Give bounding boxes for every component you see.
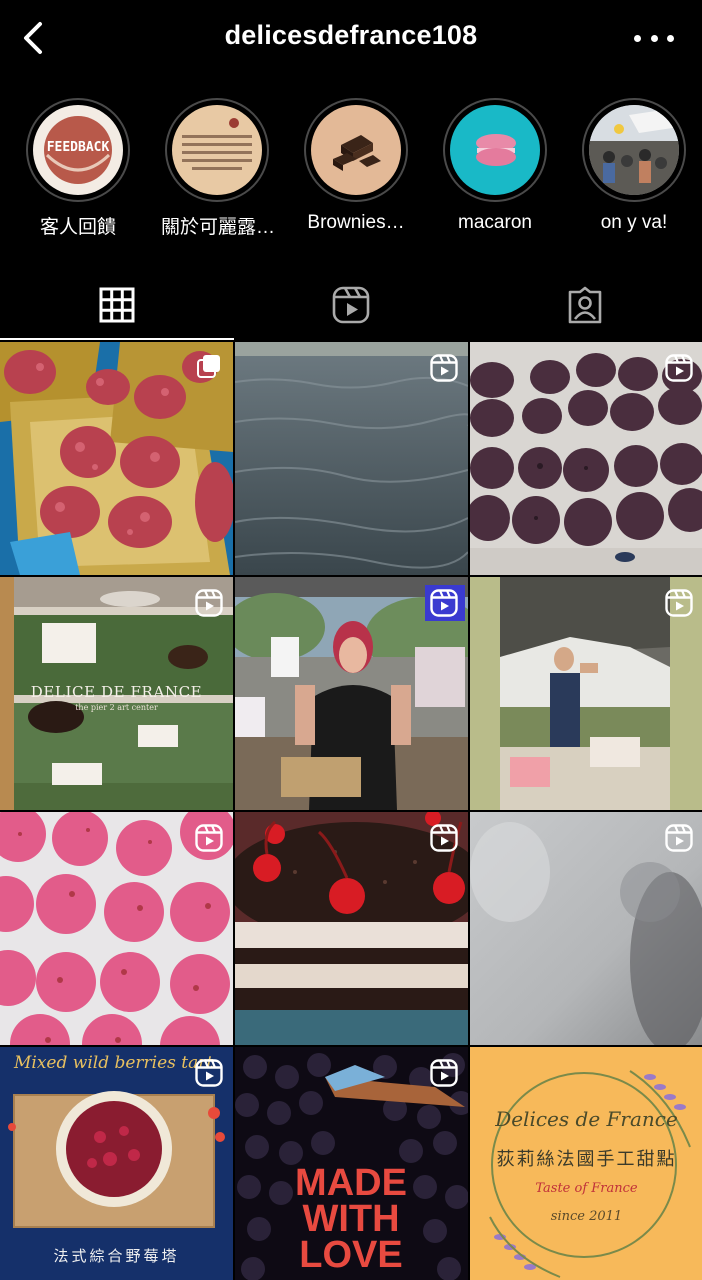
post-overlay-since: since 2011 [550, 1209, 623, 1224]
post-tile[interactable]: Mixed wild berries tart 法式綜合野莓塔 [0, 1047, 233, 1280]
highlight-ring [443, 98, 547, 202]
post-overlay-title: DELICE DE FRANCE [30, 683, 203, 701]
highlight-ring [582, 98, 686, 202]
post-tile[interactable]: MADE WITH LOVE [235, 1047, 468, 1280]
reel-icon [430, 1059, 458, 1087]
post-tile[interactable] [235, 812, 468, 1045]
highlight-ring: FEEDBACK [26, 98, 130, 202]
reels-icon [332, 286, 370, 324]
tab-tagged[interactable] [468, 270, 702, 340]
reel-icon [430, 824, 458, 852]
post-tile[interactable] [470, 342, 702, 575]
tab-reels[interactable] [234, 270, 468, 340]
reel-icon [195, 589, 223, 617]
reel-icon [665, 824, 693, 852]
posts-grid: DELICE DE FRANCE the pier 2 art center M… [0, 342, 702, 1280]
highlight-label: 關於可麗露… [161, 217, 276, 238]
highlight-brownies[interactable]: Brownies… [300, 98, 412, 234]
highlight-label: macaron [458, 212, 532, 233]
profile-header: delicesdefrance108 [0, 0, 702, 78]
highlight-cover [172, 105, 262, 195]
post-overlay-title: MADE WITH LOVE [295, 1162, 407, 1276]
highlight-label: 客人回饋 [39, 217, 116, 238]
post-overlay-subtitle: 荻莉絲法國手工甜點 [496, 1149, 677, 1169]
highlight-cover [589, 105, 679, 195]
grid-icon [99, 287, 135, 323]
highlight-ring [304, 98, 408, 202]
highlight-cover [311, 105, 401, 195]
highlight-feedback[interactable]: FEEDBACK 客人回饋 [22, 98, 134, 239]
post-tile[interactable] [0, 812, 233, 1045]
post-tile[interactable] [470, 577, 702, 810]
post-overlay-title: Delices de France [495, 1107, 678, 1131]
post-overlay-subtitle: the pier 2 art center [75, 703, 158, 712]
post-overlay-tagline: Taste of France [535, 1181, 638, 1196]
tab-posts-grid[interactable] [0, 270, 234, 340]
highlight-label: Brownies… [307, 212, 405, 233]
post-tile[interactable] [235, 577, 468, 810]
reel-icon [195, 824, 223, 852]
highlight-on-y-va[interactable]: on y va! [578, 98, 690, 234]
profile-tabs [0, 270, 702, 340]
profile-username: delicesdefrance108 [224, 20, 478, 50]
reel-icon [665, 589, 693, 617]
reel-icon [430, 354, 458, 382]
post-tile[interactable] [235, 342, 468, 575]
highlight-label: on y va! [600, 212, 668, 233]
carousel-icon [197, 355, 220, 378]
highlight-canele[interactable]: 關於可麗露… [161, 98, 276, 239]
more-options-icon[interactable] [634, 22, 674, 54]
post-tile[interactable] [0, 342, 233, 575]
post-tile[interactable]: Delices de France 荻莉絲法國手工甜點 Taste of Fra… [470, 1047, 702, 1280]
post-overlay-subtitle: 法式綜合野莓塔 [53, 1248, 180, 1265]
reel-icon [665, 354, 693, 382]
highlight-cover: FEEDBACK [33, 105, 123, 195]
post-tile[interactable]: DELICE DE FRANCE the pier 2 art center [0, 577, 233, 810]
post-tile[interactable] [470, 812, 702, 1045]
story-highlights: FEEDBACK 客人回饋 關於可麗露… Brownies… macaron o… [0, 98, 702, 248]
highlight-macaron[interactable]: macaron [439, 98, 551, 234]
highlight-cover-text: FEEDBACK [46, 140, 110, 155]
tagged-person-icon [568, 286, 602, 324]
highlight-ring [165, 98, 269, 202]
post-overlay-title: Mixed wild berries tart [14, 1053, 214, 1073]
highlight-cover [450, 105, 540, 195]
reel-icon [195, 1059, 223, 1087]
reel-icon [430, 589, 458, 617]
